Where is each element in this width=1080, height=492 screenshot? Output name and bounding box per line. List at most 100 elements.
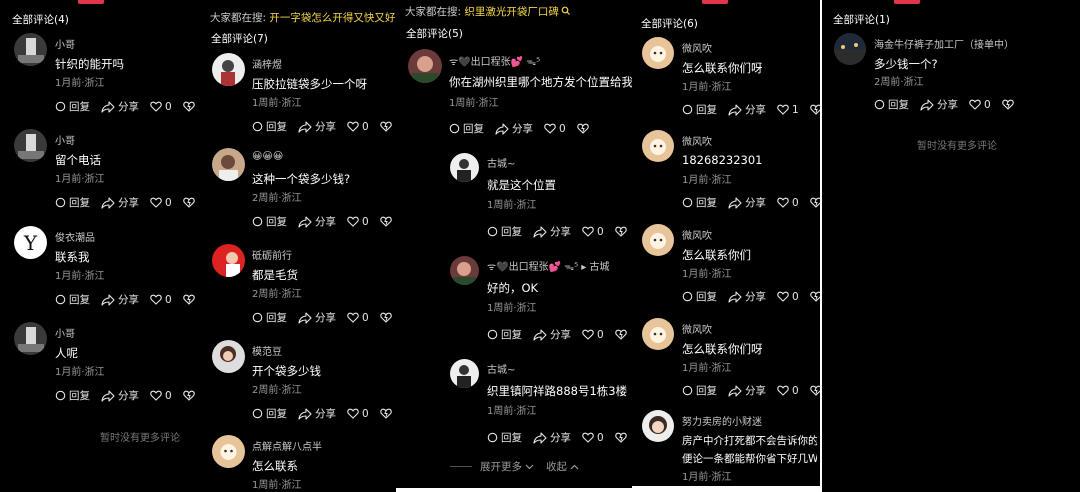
avatar[interactable] (14, 129, 47, 162)
dislike-button[interactable] (810, 385, 820, 396)
like-button[interactable]: 0 (777, 197, 799, 209)
comment-username[interactable]: 俊衣潮品 (55, 229, 95, 244)
comment-username[interactable]: 微风吹 (682, 227, 712, 242)
share-button[interactable]: 分享 (495, 121, 533, 136)
avatar[interactable] (450, 153, 479, 182)
comment-username[interactable]: ᯤ🖤出口程张💕 ᯓ⁵ (449, 53, 540, 68)
like-button[interactable]: 0 (582, 226, 604, 238)
comment-username[interactable]: 小哥 (55, 36, 75, 51)
share-button[interactable]: 分享 (298, 119, 336, 134)
like-button[interactable]: 0 (582, 432, 604, 444)
comment-username[interactable]: 涵梓煜 (252, 56, 282, 71)
share-button[interactable]: 分享 (533, 224, 571, 239)
reply-button[interactable]: 回复 (252, 406, 287, 421)
like-button[interactable]: 0 (150, 390, 172, 402)
reply-button[interactable]: 回复 (487, 224, 522, 239)
share-button[interactable]: 分享 (298, 406, 336, 421)
avatar[interactable] (212, 148, 245, 181)
reply-button[interactable]: 回复 (55, 99, 90, 114)
dislike-button[interactable] (380, 408, 395, 419)
reply-button[interactable]: 回复 (682, 102, 717, 117)
avatar[interactable] (14, 33, 47, 66)
like-button[interactable]: 0 (347, 312, 369, 324)
dislike-button[interactable] (810, 104, 820, 115)
comment-username[interactable]: 海金牛仔裤子加工厂（接单中） (874, 36, 1014, 51)
search-hint[interactable]: 大家都在搜: 织里激光开袋厂口碑 (405, 4, 570, 19)
dislike-button[interactable] (183, 390, 198, 401)
avatar[interactable] (642, 130, 674, 162)
like-button[interactable]: 0 (777, 291, 799, 303)
share-button[interactable]: 分享 (298, 214, 336, 229)
dislike-button[interactable] (183, 197, 198, 208)
dislike-button[interactable] (577, 123, 592, 134)
avatar[interactable]: Y (14, 226, 47, 259)
reply-button[interactable]: 回复 (252, 310, 287, 325)
avatar[interactable] (642, 410, 674, 442)
share-button[interactable]: 分享 (101, 99, 139, 114)
search-keyword[interactable]: 开一字袋怎么开得又快又好 (269, 12, 395, 24)
share-button[interactable]: 分享 (298, 310, 336, 325)
reply-button[interactable]: 回复 (682, 289, 717, 304)
avatar[interactable] (212, 53, 245, 86)
dislike-button[interactable] (810, 291, 820, 302)
share-button[interactable]: 分享 (533, 430, 571, 445)
share-button[interactable]: 分享 (920, 97, 958, 112)
like-button[interactable]: 0 (969, 99, 991, 111)
comment-username[interactable]: 微风吹 (682, 40, 712, 55)
reply-button[interactable]: 回复 (55, 292, 90, 307)
share-button[interactable]: 分享 (728, 195, 766, 210)
comment-username[interactable]: 努力卖房的小财迷 (682, 413, 762, 428)
comment-username[interactable]: 微风吹 (682, 321, 712, 336)
dislike-button[interactable] (1002, 99, 1017, 110)
avatar[interactable] (450, 359, 479, 388)
like-button[interactable]: 0 (150, 101, 172, 113)
reply-button[interactable]: 回复 (55, 388, 90, 403)
reply-button[interactable]: 回复 (55, 195, 90, 210)
share-button[interactable]: 分享 (728, 102, 766, 117)
reply-button[interactable]: 回复 (252, 214, 287, 229)
comment-username[interactable]: 点解点解八点半 (252, 438, 322, 453)
dislike-button[interactable] (183, 101, 198, 112)
avatar[interactable] (450, 256, 479, 285)
dislike-button[interactable] (380, 312, 395, 323)
share-button[interactable]: 分享 (728, 289, 766, 304)
avatar[interactable] (212, 244, 245, 277)
share-button[interactable]: 分享 (101, 388, 139, 403)
search-hint[interactable]: 大家都在搜: 开一字袋怎么开得又快又好 (210, 10, 395, 25)
reply-button[interactable]: 回复 (682, 195, 717, 210)
share-button[interactable]: 分享 (533, 327, 571, 342)
like-button[interactable]: 0 (347, 408, 369, 420)
dislike-button[interactable] (615, 329, 630, 340)
like-button[interactable]: 0 (347, 216, 369, 228)
comment-username[interactable]: 模范豆 (252, 343, 282, 358)
avatar[interactable] (642, 224, 674, 256)
like-button[interactable]: 0 (582, 329, 604, 341)
comment-username[interactable]: 砥砺前行 (252, 247, 292, 262)
comment-username[interactable]: 微风吹 (682, 133, 712, 148)
collapse-button[interactable]: 收起 (546, 459, 567, 474)
like-button[interactable]: 0 (150, 197, 172, 209)
avatar[interactable] (834, 33, 866, 65)
avatar[interactable] (408, 49, 442, 83)
comment-username[interactable]: 小哥 (55, 325, 75, 340)
reply-button[interactable]: 回复 (252, 119, 287, 134)
comment-username[interactable]: 古城~ (487, 361, 515, 376)
share-button[interactable]: 分享 (101, 195, 139, 210)
dislike-button[interactable] (183, 294, 198, 305)
dislike-button[interactable] (380, 121, 395, 132)
comment-username[interactable]: 小哥 (55, 132, 75, 147)
share-button[interactable]: 分享 (728, 383, 766, 398)
reply-button[interactable]: 回复 (449, 121, 484, 136)
comment-username[interactable]: 古城~ (487, 155, 515, 170)
dislike-button[interactable] (615, 226, 630, 237)
dislike-button[interactable] (380, 216, 395, 227)
avatar[interactable] (642, 318, 674, 350)
avatar[interactable] (642, 37, 674, 69)
reply-button[interactable]: 回复 (874, 97, 909, 112)
dislike-button[interactable] (615, 432, 630, 443)
avatar[interactable] (212, 340, 245, 373)
share-button[interactable]: 分享 (101, 292, 139, 307)
reply-button[interactable]: 回复 (487, 430, 522, 445)
reply-button[interactable]: 回复 (682, 383, 717, 398)
like-button[interactable]: 0 (150, 294, 172, 306)
